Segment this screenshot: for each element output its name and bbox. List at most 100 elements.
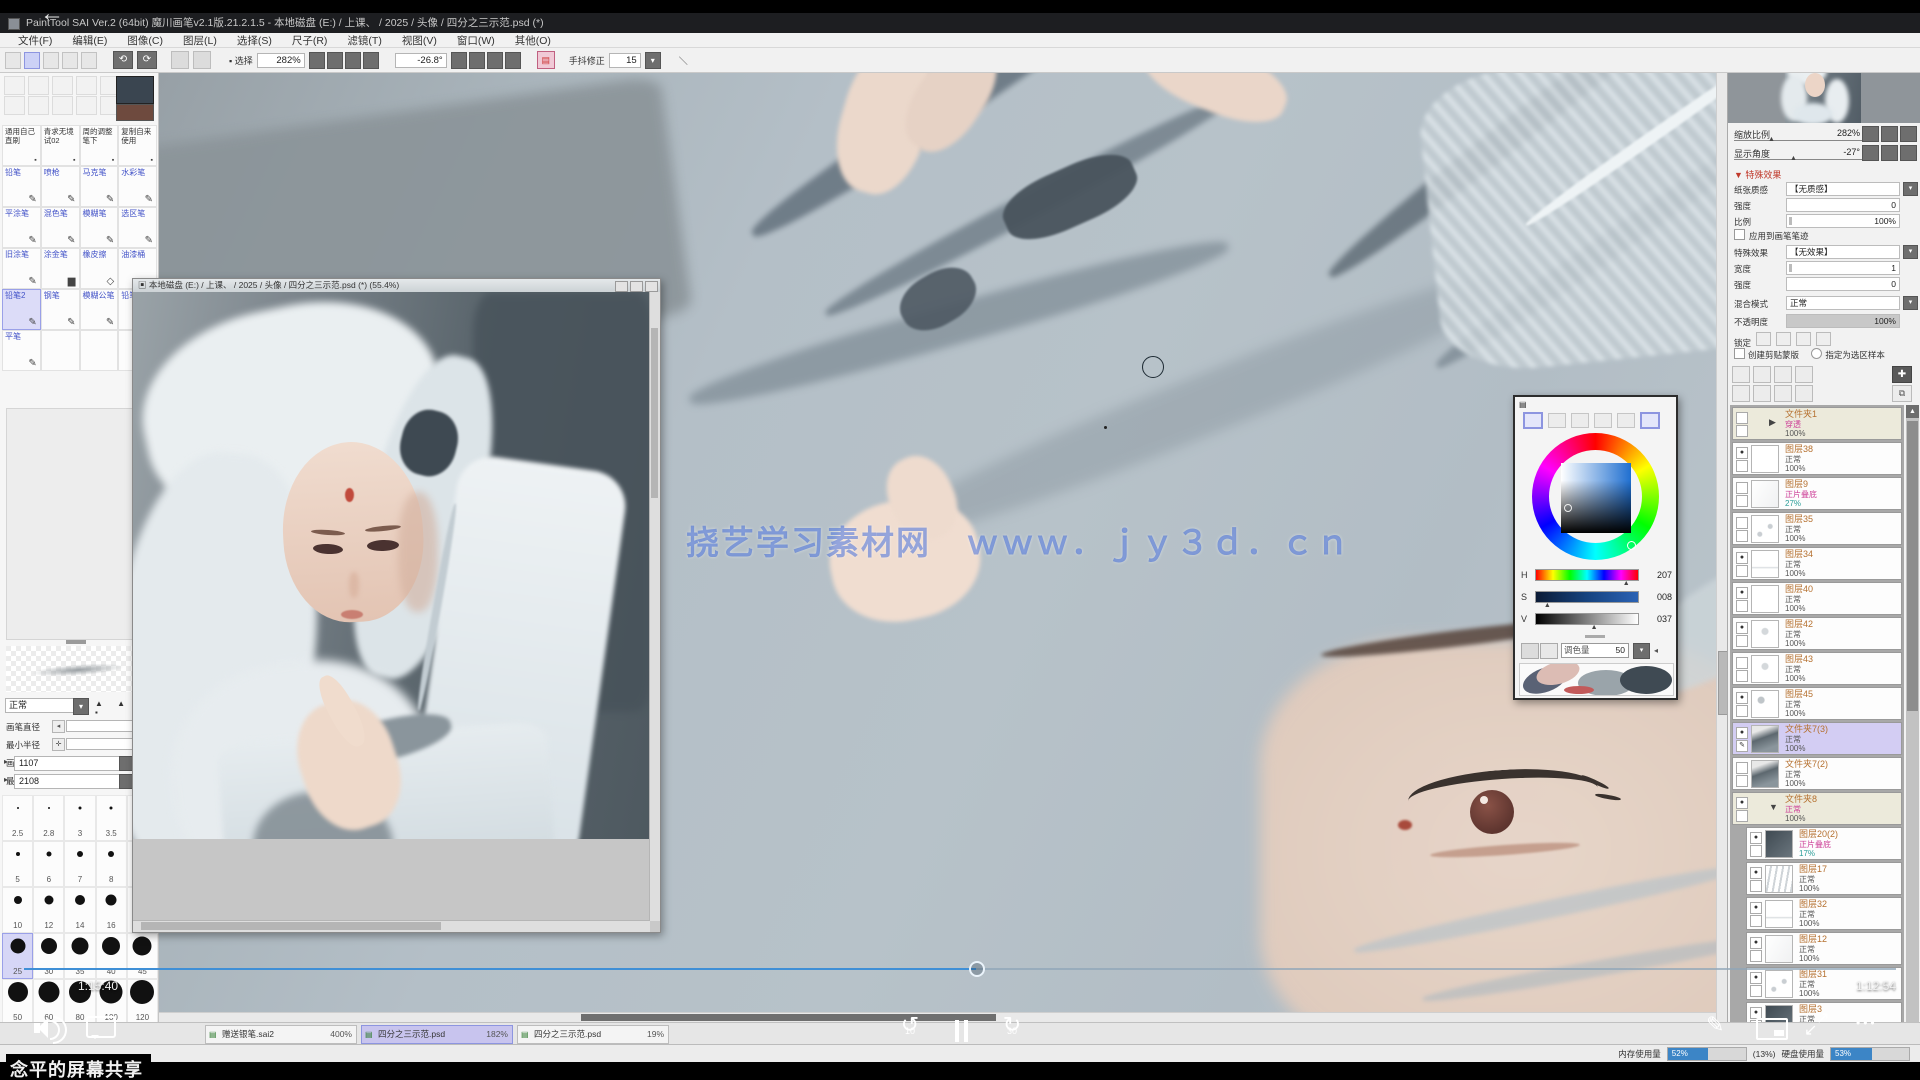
brush-blend-mode-select[interactable]: 正常 — [5, 698, 74, 713]
color-picker-panel[interactable]: ▤ H ▲ 207 S ▲ 008 V ▲ — [1513, 395, 1678, 700]
secondary-color-swatch[interactable] — [116, 104, 154, 121]
field-input[interactable]: 1 — [1786, 261, 1900, 275]
checkbox-icon[interactable] — [1734, 229, 1745, 240]
brush-size-item[interactable]: 6 — [33, 841, 64, 887]
layer-clip-toggle[interactable] — [1750, 950, 1762, 962]
brush-item[interactable]: 水彩笔 ✎ — [118, 166, 157, 207]
floating-document-window[interactable]: ▣ 本地磁盘 (E:) / 上课、 / 2025 / 头像 / 四分之三示范.p… — [132, 278, 661, 933]
custom-value-field[interactable]: 2108 — [14, 774, 120, 789]
layer-row[interactable]: ● 图层38 正常 100% — [1732, 442, 1902, 475]
layer-visibility-toggle[interactable] — [1736, 517, 1748, 529]
brush-item[interactable]: 橡皮擦 ◇ — [80, 248, 119, 289]
color-mode-tab[interactable] — [1548, 413, 1566, 428]
mix-swatch-1[interactable] — [1521, 643, 1539, 659]
canvas-view-tab[interactable] — [24, 52, 40, 69]
brush-item[interactable]: 混色笔 ✎ — [41, 207, 80, 248]
brush-size-item[interactable]: 14 — [64, 887, 95, 933]
document-window-title[interactable]: ▣ 本地磁盘 (E:) / 上课、 / 2025 / 头像 / 四分之三示范.p… — [133, 279, 660, 292]
window-control-button[interactable] — [630, 281, 643, 292]
zoom-slider-marker[interactable]: ▲ — [1768, 136, 1775, 143]
zoom-button[interactable] — [1862, 126, 1879, 142]
tool-button[interactable] — [52, 96, 73, 115]
color-mode-tab[interactable] — [1523, 412, 1543, 429]
layer-row[interactable]: ● 图层42 正常 100% — [1732, 617, 1902, 650]
window-control-button[interactable] — [615, 281, 628, 292]
brush-item[interactable] — [80, 330, 119, 371]
effects-section-header[interactable]: ▼ 特殊效果 — [1734, 168, 1781, 181]
picture-in-picture-button[interactable] — [1756, 1018, 1788, 1040]
menu-item[interactable]: 视图(V) — [392, 33, 447, 48]
lock-option-icon[interactable] — [1816, 332, 1831, 346]
layer-visibility-toggle[interactable]: ● — [1736, 447, 1748, 459]
scroll-up-button[interactable]: ▲ — [1906, 405, 1919, 418]
texture-apply-checkbox[interactable]: 应用到画笔笔迹 — [1734, 229, 1809, 242]
layer-row[interactable]: ● 图层20(2) 正片叠底 17% — [1746, 827, 1902, 860]
swatch-button-2[interactable] — [193, 51, 211, 69]
layer-clip-toggle[interactable] — [1750, 985, 1762, 997]
progress-knob[interactable] — [969, 961, 985, 977]
flip-button[interactable]: ▤ — [537, 51, 555, 69]
layer-visibility-toggle[interactable]: ● — [1736, 692, 1748, 704]
layer-visibility-toggle[interactable] — [1736, 657, 1748, 669]
layer-clip-toggle[interactable] — [1736, 460, 1748, 472]
brush-item[interactable]: 马克笔 ✎ — [80, 166, 119, 207]
layer-clip-toggle[interactable] — [1736, 705, 1748, 717]
angle-control-button[interactable] — [469, 52, 485, 69]
brush-size-item[interactable]: 12 — [33, 887, 64, 933]
layer-row[interactable]: ● ✎ 文件夹7(3) 正常 100% — [1732, 722, 1902, 755]
menu-item[interactable]: 编辑(E) — [62, 33, 117, 48]
stabilizer-dropdown-button[interactable]: ▾ — [645, 52, 661, 69]
menu-item[interactable]: 窗口(W) — [447, 33, 505, 48]
brush-size-item[interactable]: 120 — [127, 979, 158, 1025]
tool-button[interactable] — [4, 76, 25, 95]
video-progress-bar[interactable] — [24, 967, 1896, 971]
document-vertical-scrollbar[interactable] — [649, 292, 660, 921]
chat-button[interactable] — [86, 1016, 116, 1038]
layer-clip-toggle[interactable] — [1736, 810, 1748, 822]
layer-visibility-toggle[interactable]: ● — [1736, 587, 1748, 599]
layer-clip-toggle[interactable]: ✎ — [1736, 740, 1748, 752]
param-mode-button[interactable]: ✛ — [52, 738, 65, 751]
layer-tool-button[interactable] — [1795, 366, 1813, 383]
tool-button[interactable] — [28, 76, 49, 95]
layer-row[interactable]: 图层43 正常 100% — [1732, 652, 1902, 685]
brush-size-item[interactable]: 3.5 — [96, 795, 127, 841]
scrollbar-thumb[interactable] — [141, 922, 441, 930]
clipping-mask-checkbox[interactable] — [1734, 348, 1745, 359]
zoom-button[interactable] — [1900, 126, 1917, 142]
duplicate-layer-button[interactable]: ⧉ — [1892, 385, 1912, 402]
panel-menu-icon[interactable]: ▤ — [1519, 400, 1527, 409]
field-input[interactable]: 【无质感】 — [1786, 182, 1900, 196]
lock-option-icon[interactable] — [1756, 332, 1771, 346]
back-button[interactable]: ← — [40, 0, 64, 28]
menu-item[interactable]: 图层(L) — [173, 33, 227, 48]
stabilizer-value-field[interactable]: 15 — [609, 53, 641, 68]
layer-visibility-toggle[interactable]: ● — [1750, 832, 1762, 844]
selection-source-radio[interactable] — [1811, 348, 1822, 359]
menu-item[interactable]: 其他(O) — [505, 33, 561, 48]
slider-marker[interactable]: ▲ — [1544, 602, 1551, 609]
menu-item[interactable]: 文件(F) — [8, 33, 62, 48]
brush-item[interactable]: 铅笔2 ✎ — [2, 289, 41, 330]
dropdown-button[interactable]: ▾ — [1903, 245, 1918, 259]
layer-tool-button[interactable] — [1732, 385, 1750, 402]
menu-item[interactable]: 滤镜(T) — [337, 33, 391, 48]
brush-size-item[interactable]: 40 — [96, 933, 127, 979]
layer-row[interactable]: ● 图层40 正常 100% — [1732, 582, 1902, 615]
slider-track[interactable] — [1535, 613, 1639, 625]
brush-item[interactable]: 铅笔 ✎ — [2, 166, 41, 207]
brush-size-item[interactable]: 30 — [33, 933, 64, 979]
document-artwork-view[interactable] — [133, 292, 650, 839]
layer-row[interactable]: ● 图层34 正常 100% — [1732, 547, 1902, 580]
layer-visibility-toggle[interactable]: ● — [1750, 972, 1762, 984]
brush-size-item[interactable]: 45 — [127, 933, 158, 979]
layer-row[interactable]: ▶ 文件夹1 穿透 100% — [1732, 407, 1902, 440]
zoom-slider-track[interactable] — [1734, 140, 1862, 141]
brush-size-item[interactable]: 2.8 — [33, 795, 64, 841]
angle-button[interactable] — [1862, 145, 1879, 161]
layer-list-scrollbar[interactable]: ▲ — [1906, 405, 1919, 1062]
slider-marker[interactable]: ▲ — [1623, 580, 1630, 587]
color-mode-tab[interactable] — [1617, 413, 1635, 428]
layer-visibility-toggle[interactable]: ● — [1736, 622, 1748, 634]
brush-item[interactable]: 平涂笔 ✎ — [2, 207, 41, 248]
